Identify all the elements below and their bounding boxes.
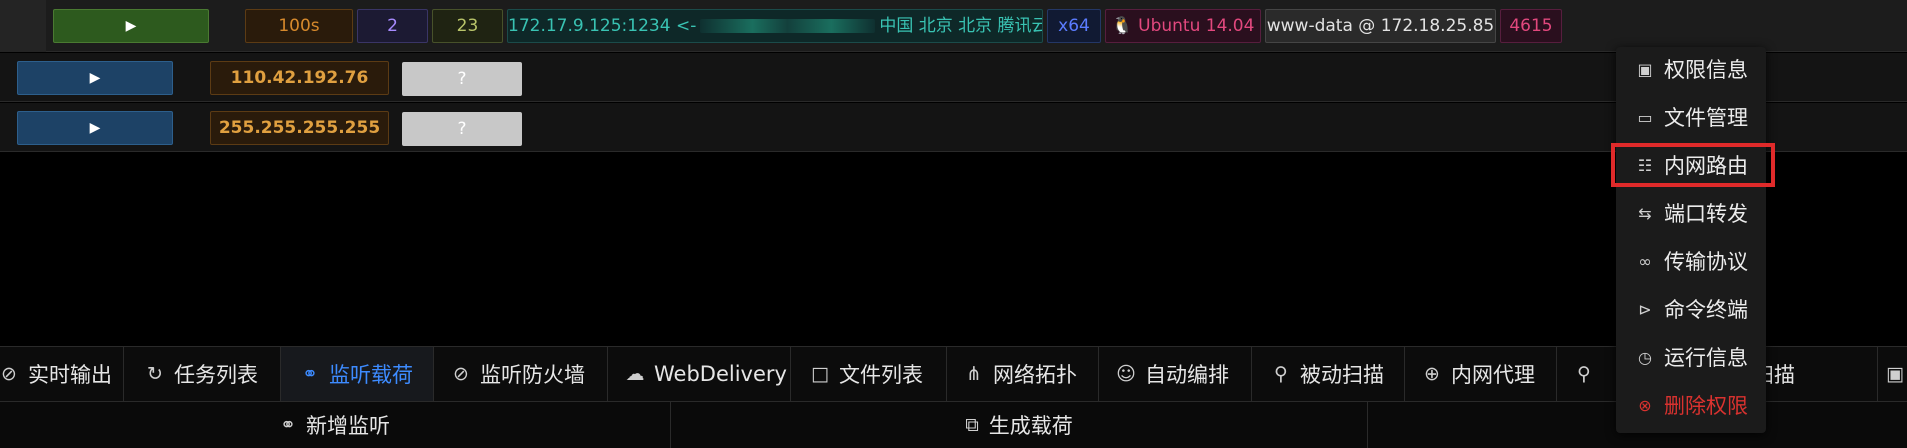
row-selector xyxy=(0,0,46,52)
proxy-icon: ⊕ xyxy=(1424,363,1440,385)
status-unknown-button[interactable]: ? xyxy=(402,112,522,146)
highlight-box xyxy=(1611,143,1775,187)
folder-open-icon: □ xyxy=(811,363,829,385)
monitor-icon: ▭ xyxy=(1637,107,1653,127)
run-button[interactable]: ▶ xyxy=(53,9,209,43)
play-icon: ▶ xyxy=(89,120,101,136)
menu-item-delete-privilege[interactable]: ⊗ 删除权限 xyxy=(1616,383,1766,427)
tab-more[interactable]: ▣ xyxy=(1878,347,1907,401)
cloud-upload-icon: ☁ xyxy=(625,363,645,385)
search-icon: ⚲ xyxy=(1274,363,1288,385)
menu-item-label: 传输协议 xyxy=(1664,250,1748,274)
run-button[interactable]: ▶ xyxy=(17,61,173,95)
tab-passive-scan[interactable]: ⚲ 被动扫描 xyxy=(1252,347,1405,401)
generate-payload-button[interactable]: ⧉ 生成载荷 xyxy=(671,402,1368,448)
menu-item-file-manager[interactable]: ▭ 文件管理 xyxy=(1616,95,1766,139)
link-broken-icon: ⊘ xyxy=(453,363,469,385)
robot-icon: ☺ xyxy=(1116,363,1136,385)
button-label: 新增监听 xyxy=(305,414,390,438)
tab-label: 监听载荷 xyxy=(329,363,413,387)
tab-label: 实时输出 xyxy=(28,363,112,387)
add-listener-button[interactable]: ⚭ 新增监听 xyxy=(0,402,671,448)
session-row-main[interactable]: ▶ 100s 2 23 172.17.9.125:1234 <- 中国 北京 北京… xyxy=(0,0,1907,52)
tab-listener-firewall[interactable]: ⊘ 监听防火墙 xyxy=(434,347,608,401)
history-icon: ↻ xyxy=(147,363,163,385)
play-icon: ▶ xyxy=(89,70,101,86)
headphones-icon: ⚭ xyxy=(302,363,318,385)
swap-icon: ⇆ xyxy=(1638,203,1652,223)
link-icon: ∞ xyxy=(1638,251,1652,271)
user-badge: www-data @ 172.18.25.85 xyxy=(1265,9,1496,43)
tab-network-topology[interactable]: ⋔ 网络拓扑 xyxy=(947,347,1099,401)
menu-item-label: 运行信息 xyxy=(1664,346,1748,370)
count-badge-b: 23 xyxy=(432,9,503,43)
close-circle-icon: ⊗ xyxy=(1638,395,1652,415)
count-badge-a: 2 xyxy=(357,9,428,43)
address-prefix: 172.17.9.125:1234 <- xyxy=(508,16,697,36)
menu-item-runtime-info[interactable]: ◷ 运行信息 xyxy=(1616,335,1766,379)
tab-label: 监听防火墙 xyxy=(480,363,585,387)
topology-icon: ⋔ xyxy=(966,363,982,385)
console-icon: ⊘ xyxy=(1,363,17,385)
status-unknown-button[interactable]: ? xyxy=(402,62,522,96)
menu-item-label: 删除权限 xyxy=(1664,394,1748,418)
tab-label: 被动扫描 xyxy=(1300,363,1384,387)
tab-label: 任务列表 xyxy=(174,363,258,387)
search-icon: ⚲ xyxy=(1577,363,1591,385)
arch-badge: x64 xyxy=(1047,9,1101,43)
run-button[interactable]: ▶ xyxy=(17,111,173,145)
os-badge: 🐧 Ubuntu 14.04 xyxy=(1105,9,1261,43)
tab-label: 文件列表 xyxy=(839,363,923,387)
session-context-menu: ▣ 权限信息 ▭ 文件管理 ☷ 内网路由 ⇆ 端口转发 ∞ 传输协议 ⊳ 命令终端 ◷ 运行信… xyxy=(1616,47,1766,433)
menu-item-label: 端口转发 xyxy=(1664,202,1748,226)
menu-item-label: 权限信息 xyxy=(1664,58,1748,82)
headphones-icon: ⚭ xyxy=(280,414,296,436)
pid-badge: 4615 xyxy=(1500,9,1562,43)
duration-badge: 100s xyxy=(245,9,353,43)
tab-task-list[interactable]: ↻ 任务列表 xyxy=(124,347,281,401)
menu-item-label: 文件管理 xyxy=(1664,106,1748,130)
button-label: 生成载荷 xyxy=(988,414,1073,438)
dashboard-icon: ◷ xyxy=(1638,347,1652,367)
tab-label: WebDelivery xyxy=(654,362,787,386)
location-text: 中国 北京 北京 腾讯云 xyxy=(879,16,1043,36)
address-badge: 172.17.9.125:1234 <- 中国 北京 北京 腾讯云 xyxy=(507,9,1043,43)
tab-listener-payload[interactable]: ⚭ 监听载荷 xyxy=(281,347,434,401)
tab-intranet-proxy[interactable]: ⊕ 内网代理 xyxy=(1405,347,1557,401)
console-icon: ▣ xyxy=(1886,363,1904,385)
host-ip-badge: 110.42.192.76 xyxy=(210,61,389,95)
terminal-icon: ⊳ xyxy=(1638,299,1652,319)
tab-live-output[interactable]: ⊘ 实时输出 xyxy=(0,347,124,401)
menu-item-command-terminal[interactable]: ⊳ 命令终端 xyxy=(1616,287,1766,331)
id-card-icon: ▣ xyxy=(1637,59,1653,79)
play-icon: ▶ xyxy=(125,18,137,34)
menu-item-privilege-info[interactable]: ▣ 权限信息 xyxy=(1616,47,1766,91)
menu-item-label: 命令终端 xyxy=(1664,298,1748,322)
host-ip-badge: 255.255.255.255 xyxy=(210,111,389,145)
tab-label: 网络拓扑 xyxy=(993,363,1077,387)
tab-label: 自动编排 xyxy=(1145,363,1229,387)
tab-webdelivery[interactable]: ☁ WebDelivery xyxy=(608,347,791,401)
menu-item-transport-protocol[interactable]: ∞ 传输协议 xyxy=(1616,239,1766,283)
tab-file-list[interactable]: □ 文件列表 xyxy=(791,347,947,401)
tab-auto-orchestration[interactable]: ☺ 自动编排 xyxy=(1099,347,1252,401)
menu-item-port-forward[interactable]: ⇆ 端口转发 xyxy=(1616,191,1766,235)
tab-label: 内网代理 xyxy=(1451,363,1535,387)
redacted-address xyxy=(700,19,876,33)
copy-icon: ⧉ xyxy=(965,414,979,436)
